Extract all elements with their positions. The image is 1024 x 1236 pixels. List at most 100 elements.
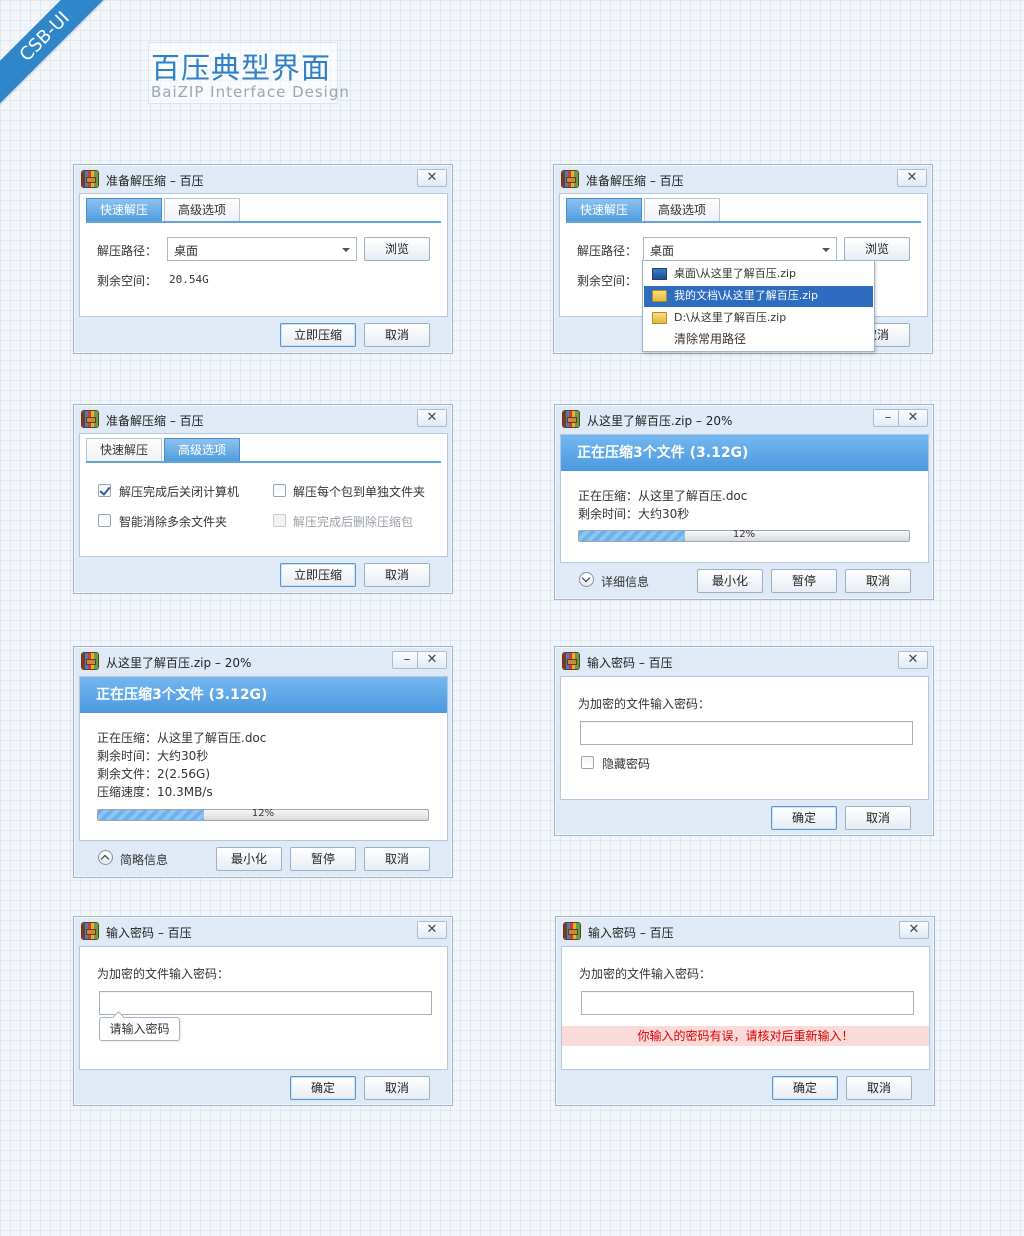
tab-quick-extract[interactable]: 快速解压 <box>86 198 163 222</box>
tab-quick-extract[interactable]: 快速解压 <box>566 198 643 222</box>
extract-now-button[interactable]: 立即压缩 <box>280 323 356 347</box>
current-file: 正在压缩：从这里了解百压.doc <box>97 731 267 745</box>
cancel-button[interactable]: 取消 <box>845 806 911 830</box>
hide-password-label: 隐藏密码 <box>602 757 651 771</box>
space-label: 剩余空间： <box>577 274 638 288</box>
dialog-password: 输入密码 – 百压 ✕ 为加密的文件输入密码： 隐藏密码 确定 取消 <box>554 646 934 836</box>
baizip-app-icon <box>82 171 98 187</box>
close-button[interactable]: ✕ <box>417 169 447 187</box>
title-bar: 准备解压缩 – 百压 ✕ <box>74 405 452 433</box>
path-select[interactable]: 桌面 <box>643 237 837 261</box>
window-title: 输入密码 – 百压 <box>588 926 674 940</box>
ok-button[interactable]: 确定 <box>290 1076 356 1100</box>
browse-button[interactable]: 浏览 <box>844 237 910 261</box>
cancel-button[interactable]: 取消 <box>364 563 430 587</box>
path-value: 桌面 <box>174 244 199 258</box>
tab-advanced-options[interactable]: 高级选项 <box>644 198 721 222</box>
space-label: 剩余空间： <box>97 274 158 288</box>
password-input[interactable] <box>581 991 914 1015</box>
dropdown-item-label: D:\从这里了解百压.zip <box>674 311 787 324</box>
dropdown-item-selected[interactable]: 我的文档\从这里了解百压.zip <box>644 286 873 307</box>
dialog-body: 正在压缩3个文件 (3.12G) 正在压缩：从这里了解百压.doc 剩余时间：大… <box>79 676 448 841</box>
title-bar: 准备解压缩 – 百压 ✕ <box>554 165 932 193</box>
baizip-app-icon <box>82 411 98 427</box>
cancel-button[interactable]: 取消 <box>364 323 430 347</box>
cancel-button[interactable]: 取消 <box>364 1076 430 1100</box>
progress-banner: 正在压缩3个文件 (3.12G) <box>80 677 447 713</box>
tab-underline <box>86 221 441 223</box>
ok-button[interactable]: 确定 <box>771 806 837 830</box>
close-button[interactable]: ✕ <box>417 409 447 427</box>
window-title: 从这里了解百压.zip – 20% <box>587 414 733 428</box>
path-dropdown-list: 桌面\从这里了解百压.zip 我的文档\从这里了解百压.zip D:\从这里了解… <box>642 260 875 352</box>
option-label: 解压完成后删除压缩包 <box>293 515 414 529</box>
cancel-button[interactable]: 取消 <box>845 569 911 593</box>
tab-quick-extract[interactable]: 快速解压 <box>86 438 163 462</box>
browse-button[interactable]: 浏览 <box>364 237 430 261</box>
path-select[interactable]: 桌面 <box>167 237 357 261</box>
current-file: 正在压缩：从这里了解百压.doc <box>578 489 748 503</box>
pause-button[interactable]: 暂停 <box>771 569 837 593</box>
cancel-button[interactable]: 取消 <box>364 847 430 871</box>
title-bar: 输入密码 – 百压 ✕ <box>556 917 934 945</box>
details-toggle-label[interactable]: 简略信息 <box>120 851 168 868</box>
minimize-button[interactable]: 最小化 <box>216 847 282 871</box>
clear-paths-item[interactable]: 清除常用路径 <box>644 329 873 350</box>
close-button[interactable]: ✕ <box>898 651 928 669</box>
pause-button[interactable]: 暂停 <box>290 847 356 871</box>
baizip-app-icon <box>564 923 580 939</box>
page-subtitle: BaiZIP Interface Design <box>151 83 350 101</box>
checkbox-shutdown[interactable] <box>98 484 111 497</box>
progress-bar: 12% <box>578 529 910 542</box>
collapse-details-icon[interactable] <box>98 850 113 865</box>
dialog-quick-extract: 准备解压缩 – 百压 ✕ 快速解压 高级选项 解压路径： 桌面 浏览 剩余空间：… <box>73 164 453 354</box>
details-toggle-label[interactable]: 详细信息 <box>601 573 649 590</box>
close-button[interactable]: ✕ <box>898 409 928 427</box>
extract-now-button[interactable]: 立即压缩 <box>280 563 356 587</box>
password-required-tooltip: 请输入密码 <box>99 1017 180 1041</box>
folder-icon <box>652 312 667 324</box>
window-title: 输入密码 – 百压 <box>587 656 673 670</box>
close-button[interactable]: ✕ <box>417 651 447 669</box>
ok-button[interactable]: 确定 <box>772 1076 838 1100</box>
cancel-button[interactable]: 取消 <box>846 1076 912 1100</box>
baizip-app-icon <box>82 923 98 939</box>
password-input[interactable] <box>580 721 913 745</box>
password-prompt: 为加密的文件输入密码： <box>578 697 711 711</box>
window-title: 输入密码 – 百压 <box>106 926 192 940</box>
close-button[interactable]: ✕ <box>417 921 447 939</box>
progress-banner: 正在压缩3个文件 (3.12G) <box>561 435 928 471</box>
remaining-files: 剩余文件：2(2.56G) <box>97 767 211 781</box>
password-input[interactable] <box>99 991 432 1015</box>
checkbox-separate-folders[interactable] <box>273 484 286 497</box>
path-label: 解压路径： <box>97 244 158 258</box>
dialog-body: 为加密的文件输入密码： 请输入密码 <box>79 946 448 1070</box>
title-bar: 输入密码 – 百压 ✕ <box>555 647 933 675</box>
expand-details-icon[interactable] <box>579 572 594 587</box>
checkbox-delete-archive[interactable] <box>273 514 286 527</box>
dropdown-item-label: 我的文档\从这里了解百压.zip <box>674 289 819 302</box>
dropdown-item[interactable]: D:\从这里了解百压.zip <box>644 308 873 329</box>
title-bar: 输入密码 – 百压 ✕ <box>74 917 452 945</box>
dialog-progress-compact: 从这里了解百压.zip – 20% – ✕ 正在压缩3个文件 (3.12G) 正… <box>554 404 934 600</box>
window-title: 从这里了解百压.zip – 20% <box>106 656 252 670</box>
tab-advanced-options[interactable]: 高级选项 <box>164 198 241 222</box>
hide-password-checkbox[interactable] <box>581 756 594 769</box>
password-error-message: 你输入的密码有误，请核对后重新输入！ <box>562 1026 929 1046</box>
path-label: 解压路径： <box>577 244 638 258</box>
window-title: 准备解压缩 – 百压 <box>106 414 204 428</box>
close-button[interactable]: ✕ <box>899 921 929 939</box>
close-button[interactable]: ✕ <box>897 169 927 187</box>
password-prompt: 为加密的文件输入密码： <box>97 967 230 981</box>
dropdown-item-label: 桌面\从这里了解百压.zip <box>674 267 797 280</box>
dialog-body: 为加密的文件输入密码： 你输入的密码有误，请核对后重新输入！ <box>561 946 930 1070</box>
dialog-body: 快速解压 高级选项 解压完成后关闭计算机 解压每个包到单独文件夹 智能消除多余文… <box>79 433 448 557</box>
baizip-app-icon <box>82 653 98 669</box>
dropdown-item[interactable]: 桌面\从这里了解百压.zip <box>644 264 873 285</box>
checkbox-smart-folders[interactable] <box>98 514 111 527</box>
title-bar: 准备解压缩 – 百压 ✕ <box>74 165 452 193</box>
tab-advanced-options[interactable]: 高级选项 <box>164 438 241 462</box>
dialog-body: 正在压缩3个文件 (3.12G) 正在压缩：从这里了解百压.doc 剩余时间：大… <box>560 434 929 563</box>
minimize-button[interactable]: 最小化 <box>697 569 763 593</box>
compress-speed: 压缩速度：10.3MB/s <box>97 785 213 799</box>
